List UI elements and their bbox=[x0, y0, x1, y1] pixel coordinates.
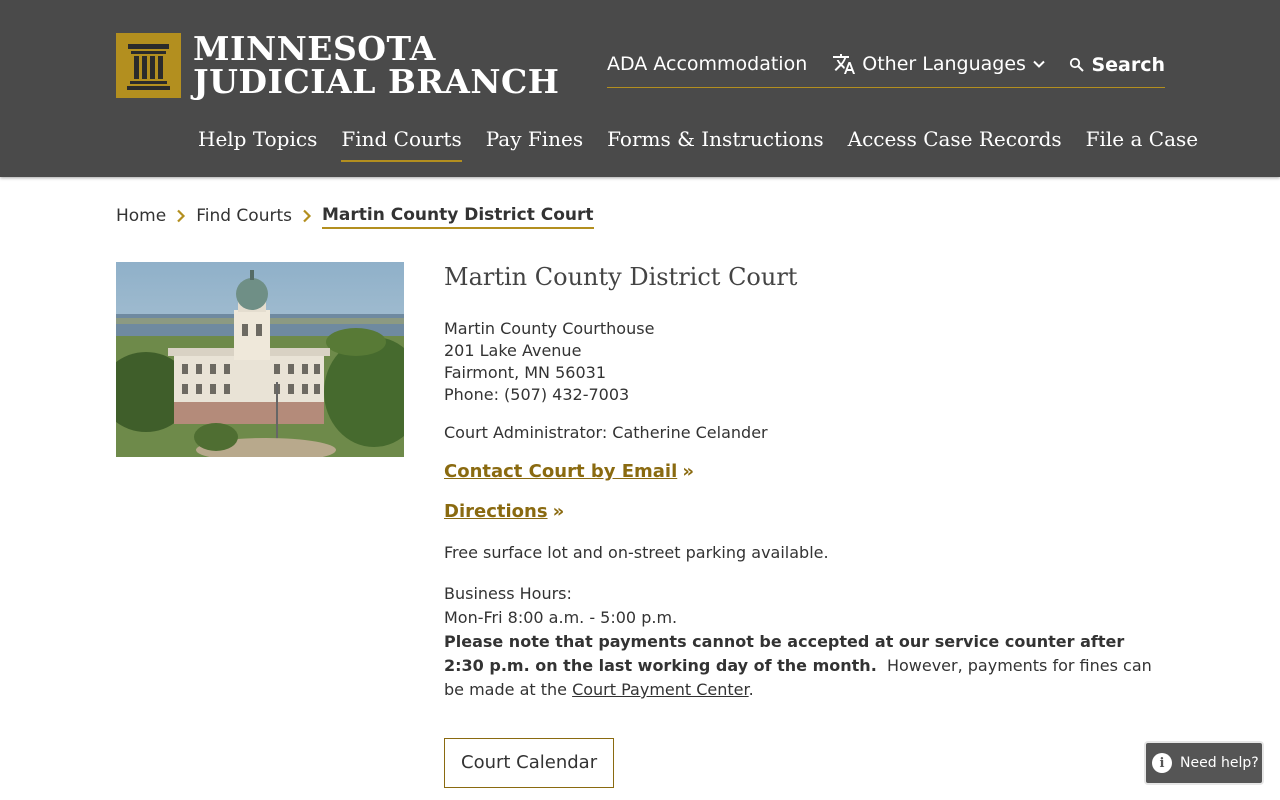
need-help-button[interactable]: i Need help? bbox=[1146, 743, 1262, 783]
nav-file-a-case[interactable]: File a Case bbox=[1086, 124, 1198, 162]
site-logo-link[interactable]: MINNESOTA JUDICIAL BRANCH bbox=[116, 32, 559, 98]
nav-access-case-records[interactable]: Access Case Records bbox=[848, 124, 1062, 162]
search-label: Search bbox=[1091, 54, 1165, 76]
logo-line-1: MINNESOTA bbox=[193, 29, 436, 68]
utility-bar: ADA Accommodation Other Languages Search bbox=[607, 50, 1165, 88]
chevron-right-icon bbox=[302, 209, 312, 223]
nav-forms-instructions[interactable]: Forms & Instructions bbox=[607, 124, 823, 162]
parking-info: Free surface lot and on-street parking a… bbox=[444, 543, 829, 562]
chevron-down-icon bbox=[1032, 57, 1046, 71]
translate-icon bbox=[832, 52, 856, 76]
other-languages-dropdown[interactable]: Other Languages bbox=[832, 50, 1046, 78]
court-administrator: Court Administrator: Catherine Celander bbox=[444, 423, 768, 442]
directions-row: Directions » bbox=[444, 500, 1164, 524]
courthouse-pillar-logo-icon bbox=[116, 32, 181, 98]
link-arrow: » bbox=[682, 461, 694, 482]
other-languages-label: Other Languages bbox=[862, 53, 1026, 75]
hours-label: Business Hours: bbox=[444, 584, 572, 603]
notice-period: . bbox=[748, 680, 754, 699]
contact-email-row: Contact Court by Email » bbox=[444, 460, 1164, 484]
breadcrumb-find-courts[interactable]: Find Courts bbox=[196, 203, 292, 229]
chevron-right-icon bbox=[176, 209, 186, 223]
courthouse-photo bbox=[116, 262, 404, 457]
building-name: Martin County Courthouse bbox=[444, 319, 655, 338]
ada-accommodation-link[interactable]: ADA Accommodation bbox=[607, 50, 807, 78]
logo-line-2: JUDICIAL BRANCH bbox=[193, 62, 560, 101]
breadcrumb-current: Martin County District Court bbox=[322, 203, 594, 229]
business-hours: Business Hours: Mon-Fri 8:00 a.m. - 5:00… bbox=[444, 582, 1164, 702]
court-calendar-button[interactable]: Court Calendar bbox=[444, 738, 615, 788]
nav-pay-fines[interactable]: Pay Fines bbox=[486, 124, 583, 162]
site-header: MINNESOTA JUDICIAL BRANCH ADA Accommodat… bbox=[0, 0, 1280, 177]
hours-value: Mon-Fri 8:00 a.m. - 5:00 p.m. bbox=[444, 608, 678, 627]
court-address: Martin County Courthouse 201 Lake Avenue… bbox=[444, 318, 1164, 406]
breadcrumb-home[interactable]: Home bbox=[116, 203, 166, 229]
logo-wordmark: MINNESOTA JUDICIAL BRANCH bbox=[193, 32, 559, 98]
breadcrumb: Home Find Courts Martin County District … bbox=[116, 203, 594, 229]
nav-help-topics[interactable]: Help Topics bbox=[198, 124, 317, 162]
need-help-label: Need help? bbox=[1180, 755, 1259, 771]
payment-notice: Please note that payments cannot be acce… bbox=[444, 630, 1164, 702]
page-title: Martin County District Court bbox=[444, 263, 798, 291]
contact-court-email-link[interactable]: Contact Court by Email bbox=[444, 461, 677, 482]
main-navigation: Help Topics Find Courts Pay Fines Forms … bbox=[198, 124, 1222, 162]
nav-find-courts[interactable]: Find Courts bbox=[341, 124, 462, 162]
court-payment-center-link[interactable]: Court Payment Center bbox=[572, 680, 749, 699]
street-address: 201 Lake Avenue bbox=[444, 341, 582, 360]
link-arrow: » bbox=[552, 501, 565, 522]
info-icon: i bbox=[1152, 753, 1172, 773]
phone-number: Phone: (507) 432-7003 bbox=[444, 385, 630, 404]
city-state-zip: Fairmont, MN 56031 bbox=[444, 363, 606, 382]
court-details: Martin County District Court Martin Coun… bbox=[444, 262, 1164, 788]
directions-link[interactable]: Directions bbox=[444, 501, 548, 522]
search-icon bbox=[1069, 57, 1085, 73]
search-button[interactable]: Search bbox=[1069, 50, 1165, 80]
